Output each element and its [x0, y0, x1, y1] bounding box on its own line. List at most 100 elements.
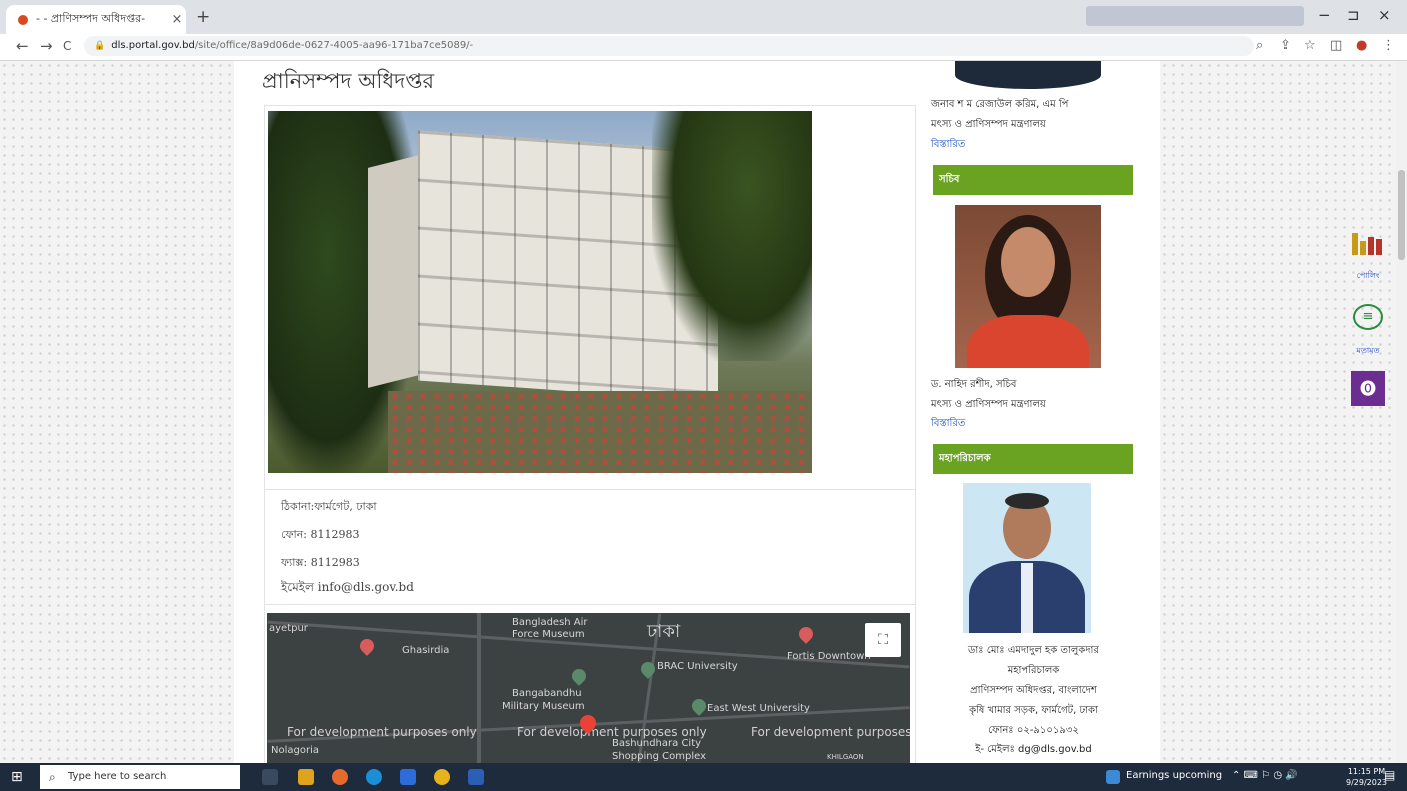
forward-button[interactable]: → [40, 37, 53, 55]
google-map[interactable]: ayetpur Ghasirdia Bangladesh Air Force M… [267, 613, 910, 763]
new-tab-button[interactable]: + [196, 7, 210, 27]
profile-icon[interactable]: ● [1356, 38, 1367, 53]
system-tray-icons[interactable]: ⌃ ⌨ ⚐ ◷ 🔊 [1232, 770, 1298, 781]
dev-watermark: For development purposes [751, 725, 910, 739]
map-label: Force Museum [512, 629, 585, 640]
secretary-portrait [955, 205, 1101, 368]
page-title: প্রানিসম্পদ অধিদপ্তর [262, 69, 435, 93]
file-explorer-icon[interactable] [298, 769, 314, 785]
map-label: Bangabandhu [512, 688, 582, 699]
feedback-label[interactable]: মতামত [1346, 345, 1390, 358]
fax-text: ফ্যাক্স: 8112983 [281, 556, 360, 569]
map-poi-icon[interactable] [689, 696, 709, 716]
tab-close-icon[interactable]: × [168, 12, 186, 27]
map-poi-icon[interactable] [796, 624, 816, 644]
dg-header: মহাপরিচালক [933, 444, 1133, 474]
zoom-icon[interactable]: ⌕ [1256, 38, 1263, 53]
side-panel-icon[interactable]: ◫ [1330, 38, 1342, 53]
edge-icon[interactable] [366, 769, 382, 785]
address-text: ঠিকানা:ফার্মগেট, ঢাকা [281, 500, 377, 513]
page-viewport: প্রানিসম্পদ অধিদপ্তর ঠিকানা:ফার্মগেট, ঢা… [0, 61, 1396, 763]
dg-title: মহাপরিচালক [1007, 665, 1060, 676]
map-label: Military Museum [502, 701, 585, 712]
address-bar: ← → C 🔒 dls.portal.gov.bd/site/office/8a9… [0, 34, 1407, 61]
bookmark-star-icon[interactable]: ☆ [1304, 38, 1316, 53]
news-icon[interactable] [1106, 770, 1120, 784]
share-icon[interactable]: ⇪ [1280, 38, 1291, 53]
clock-time: 11:15 PM [1347, 767, 1386, 776]
feedback-icon[interactable]: ≡ [1353, 304, 1383, 330]
dg-portrait [963, 483, 1091, 633]
map-label: KHILGAON [827, 753, 864, 761]
lock-icon: 🔒 [94, 41, 106, 51]
dg-office: প্রাণিসম্পদ অধিদপ্তর, বাংলাদেশ [970, 685, 1097, 696]
map-poi-icon[interactable] [569, 666, 589, 686]
right-pattern [1160, 61, 1394, 763]
windows-start-icon[interactable]: ⊞ [11, 769, 23, 785]
office-image-box [264, 105, 916, 490]
map-label: Bashundhara City [612, 738, 702, 749]
map-label: Ghasirdia [402, 645, 450, 656]
extensions-strip[interactable] [1086, 6, 1304, 26]
back-button[interactable]: ← [16, 37, 29, 55]
chrome-icon[interactable] [434, 769, 450, 785]
minimize-button[interactable]: − [1318, 6, 1331, 24]
search-placeholder: Type here to search [68, 771, 167, 782]
minister-details-link[interactable]: বিস্তারিত [931, 137, 965, 154]
map-poi-icon[interactable] [638, 659, 658, 679]
accessibility-button[interactable]: ⓿ [1351, 371, 1385, 406]
firefox-icon[interactable] [332, 769, 348, 785]
main-content: প্রানিসম্পদ অধিদপ্তর ঠিকানা:ফার্মগেট, ঢা… [234, 61, 1160, 763]
notification-icon[interactable]: ▤ [1384, 768, 1395, 782]
page-scrollbar[interactable] [1396, 61, 1407, 763]
email-text: ইমেইল info@dls.gov.bd [281, 580, 414, 594]
dg-name: ডাঃ মোঃ এমদাদুল হক তালুকদার [968, 645, 1099, 656]
dg-address: কৃষি খামার সড়ক, ফার্মগেট, ঢাকা [969, 705, 1098, 716]
minister-name: জনাব শ ম রেজাউল করিম, এম পি [931, 99, 1069, 110]
map-fullscreen-button[interactable]: ⛶ [865, 623, 901, 657]
word-icon[interactable] [468, 769, 484, 785]
minister-portrait [955, 61, 1101, 89]
reload-button[interactable]: C [63, 39, 71, 53]
scrollbar-thumb[interactable] [1398, 170, 1405, 260]
map-label: Fortis Downtown [787, 651, 871, 662]
favicon-icon [18, 14, 28, 25]
accessibility-icon: ⓿ [1359, 379, 1376, 398]
clock[interactable]: 11:15 PM 9/29/2023 [1346, 766, 1387, 788]
poll-label[interactable]: পোলিং [1346, 270, 1390, 283]
map-label: East West University [707, 703, 810, 714]
secretary-name: ড. নাহিদ রশীদ, সচিব [931, 379, 1017, 390]
minister-ministry: মৎস্য ও প্রাণিসম্পদ মন্ত্রণালয় [931, 119, 1046, 130]
secretary-header: সচিব [933, 165, 1133, 195]
contact-info: ঠিকানা:ফার্মগেট, ঢাকা ফোন: 8112983 ফ্যাক… [264, 488, 916, 605]
search-icon: ⌕ [49, 770, 56, 784]
secretary-details-link[interactable]: বিস্তারিত [931, 416, 965, 433]
secretary-ministry: মৎস্য ও প্রাণিসম্পদ মন্ত্রণালয় [931, 399, 1046, 410]
browser-tab-bar: - - প্রাণিসম্পদ অধিদপ্তর- × + − ⊐ × [0, 0, 1407, 34]
office-building-photo [268, 111, 812, 473]
map-poi-icon[interactable] [357, 636, 377, 656]
close-window-button[interactable]: × [1378, 6, 1391, 24]
taskbar-search[interactable]: ⌕ Type here to search [40, 765, 240, 789]
dev-watermark: For development purposes only [517, 725, 707, 739]
map-label: ayetpur [269, 623, 308, 634]
url-host: dls.portal.gov.bd [111, 40, 195, 51]
news-widget-text[interactable]: Earnings upcoming [1126, 770, 1222, 781]
zoom-app-icon[interactable] [400, 769, 416, 785]
left-pattern [0, 61, 234, 763]
poll-icon[interactable] [1352, 233, 1386, 255]
dev-watermark: For development purposes only [287, 725, 477, 739]
tab-title: - - প্রাণিসম্পদ অধিদপ্তর- [36, 12, 146, 25]
map-label: Bangladesh Air [512, 617, 588, 628]
task-view-icon[interactable] [262, 769, 278, 785]
dg-email: ই- মেইলঃ dg@dls.gov.bd [975, 744, 1092, 755]
url-path: /site/office/8a9d06de-0627-4005-aa96-171… [194, 40, 474, 51]
restore-button[interactable]: ⊐ [1347, 6, 1360, 24]
browser-tab[interactable]: - - প্রাণিসম্পদ অধিদপ্তর- × [6, 5, 186, 34]
map-label: ঢাকা [647, 621, 681, 642]
windows-taskbar: ⊞ ⌕ Type here to search Earnings upcomin… [0, 763, 1407, 791]
menu-icon[interactable]: ⋮ [1382, 38, 1395, 53]
url-field[interactable]: 🔒 dls.portal.gov.bd/site/office/8a9d06de-… [84, 36, 1254, 56]
map-box: ayetpur Ghasirdia Bangladesh Air Force M… [264, 604, 916, 763]
dg-phone: ফোনঃ ০২-৯১০১৯৩২ [988, 725, 1079, 736]
